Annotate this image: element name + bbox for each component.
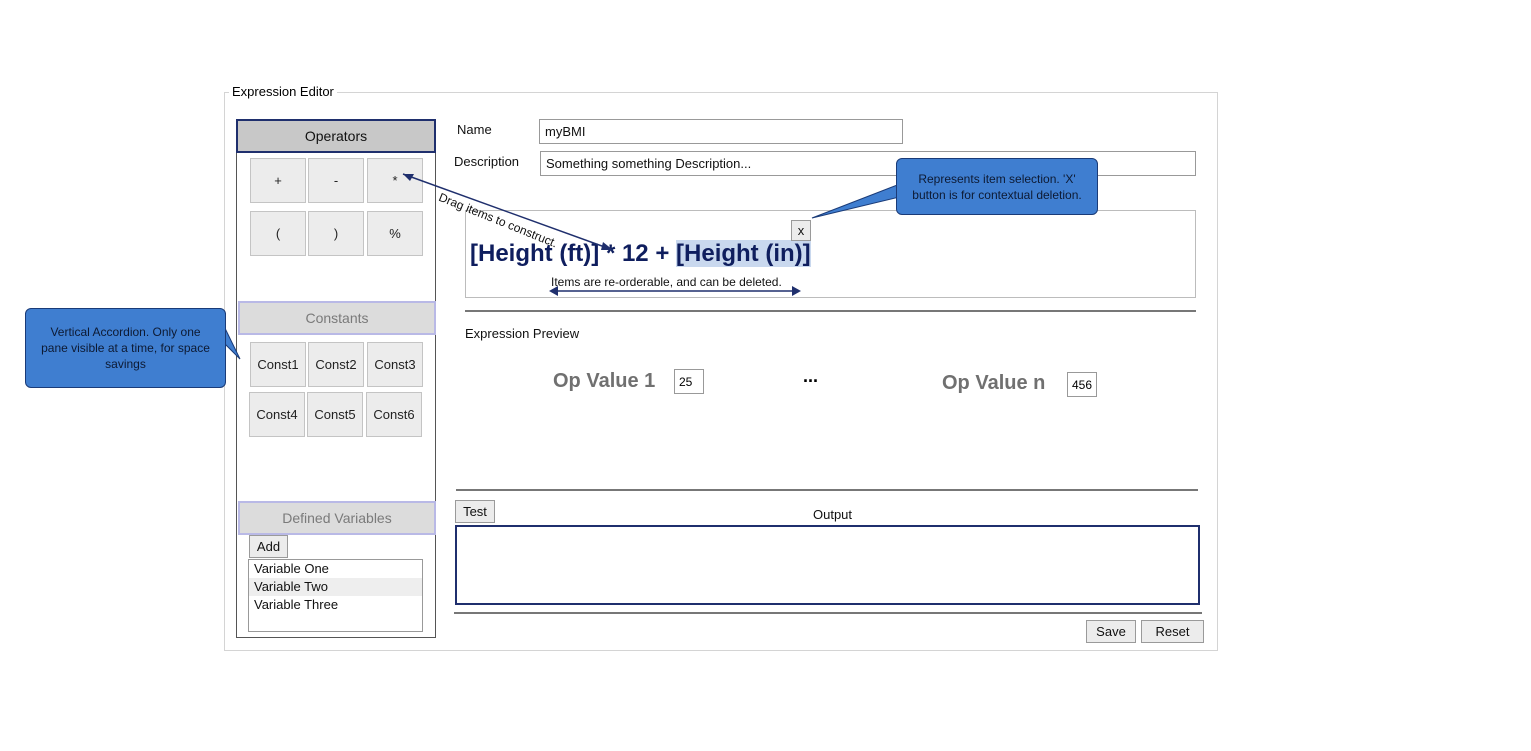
accordion-callout: Vertical Accordion. Only one pane visibl…	[25, 308, 226, 388]
selection-callout: Represents item selection. 'X' button is…	[896, 158, 1098, 215]
drag-arrow-line	[402, 173, 614, 251]
annotation-pointers	[220, 173, 947, 360]
arrowhead	[601, 242, 613, 250]
arrowhead	[549, 286, 558, 296]
arrowhead	[792, 286, 801, 296]
